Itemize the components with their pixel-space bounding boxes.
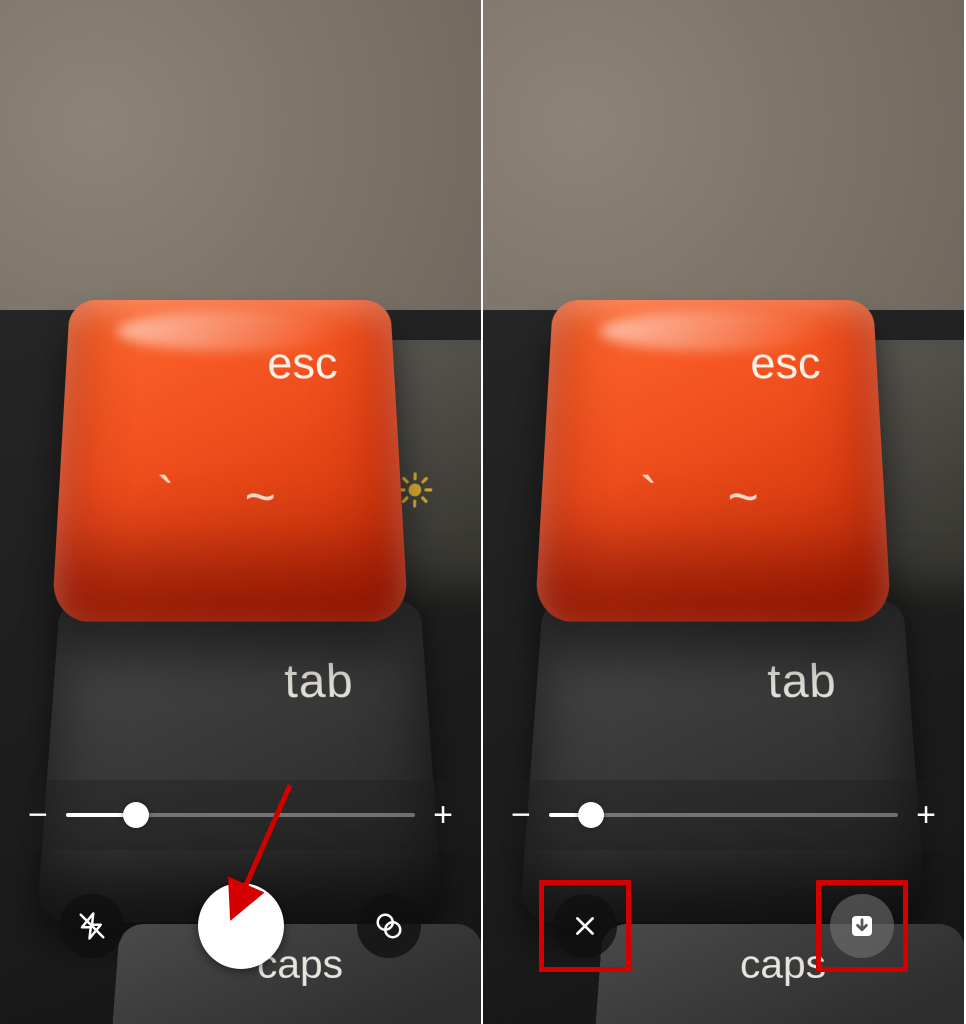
save-button[interactable] <box>830 894 894 958</box>
keycap-esc-label: esc <box>267 339 338 389</box>
keycap-tab-label: tab <box>767 653 838 708</box>
keycap-esc-sublabel: ` ~ <box>155 465 304 529</box>
keycap-esc-sublabel: ` ~ <box>638 465 787 529</box>
flash-toggle-button[interactable] <box>60 894 124 958</box>
keycap-esc-label: esc <box>750 339 821 389</box>
zoom-slider-thumb[interactable] <box>578 802 604 828</box>
zoom-slider[interactable] <box>549 813 898 817</box>
download-icon <box>847 911 877 941</box>
keycap-tab: tab <box>36 600 443 923</box>
keycap-esc: esc ` ~ <box>535 300 892 622</box>
zoom-bar: − + <box>0 780 481 850</box>
camera-capture-panel: tab caps esc ` ~ − + <box>0 0 483 1024</box>
zoom-slider-thumb[interactable] <box>123 802 149 828</box>
zoom-in-button[interactable]: + <box>916 798 936 832</box>
camera-review-panel: tab caps esc ` ~ − + <box>483 0 966 1024</box>
discard-button[interactable] <box>553 894 617 958</box>
review-controls <box>483 876 964 976</box>
keycap-tab-label: tab <box>284 653 355 708</box>
shutter-button[interactable] <box>198 883 284 969</box>
zoom-out-button[interactable]: − <box>28 798 48 832</box>
close-icon <box>572 913 598 939</box>
zoom-bar: − + <box>483 780 964 850</box>
zoom-out-button[interactable]: − <box>511 798 531 832</box>
flash-off-icon <box>77 911 107 941</box>
keycap-tab: tab <box>519 600 926 923</box>
filters-icon <box>374 911 404 941</box>
zoom-slider[interactable] <box>66 813 415 817</box>
filters-button[interactable] <box>357 894 421 958</box>
camera-controls <box>0 876 481 976</box>
zoom-in-button[interactable]: + <box>433 798 453 832</box>
keycap-esc: esc ` ~ <box>52 300 409 622</box>
